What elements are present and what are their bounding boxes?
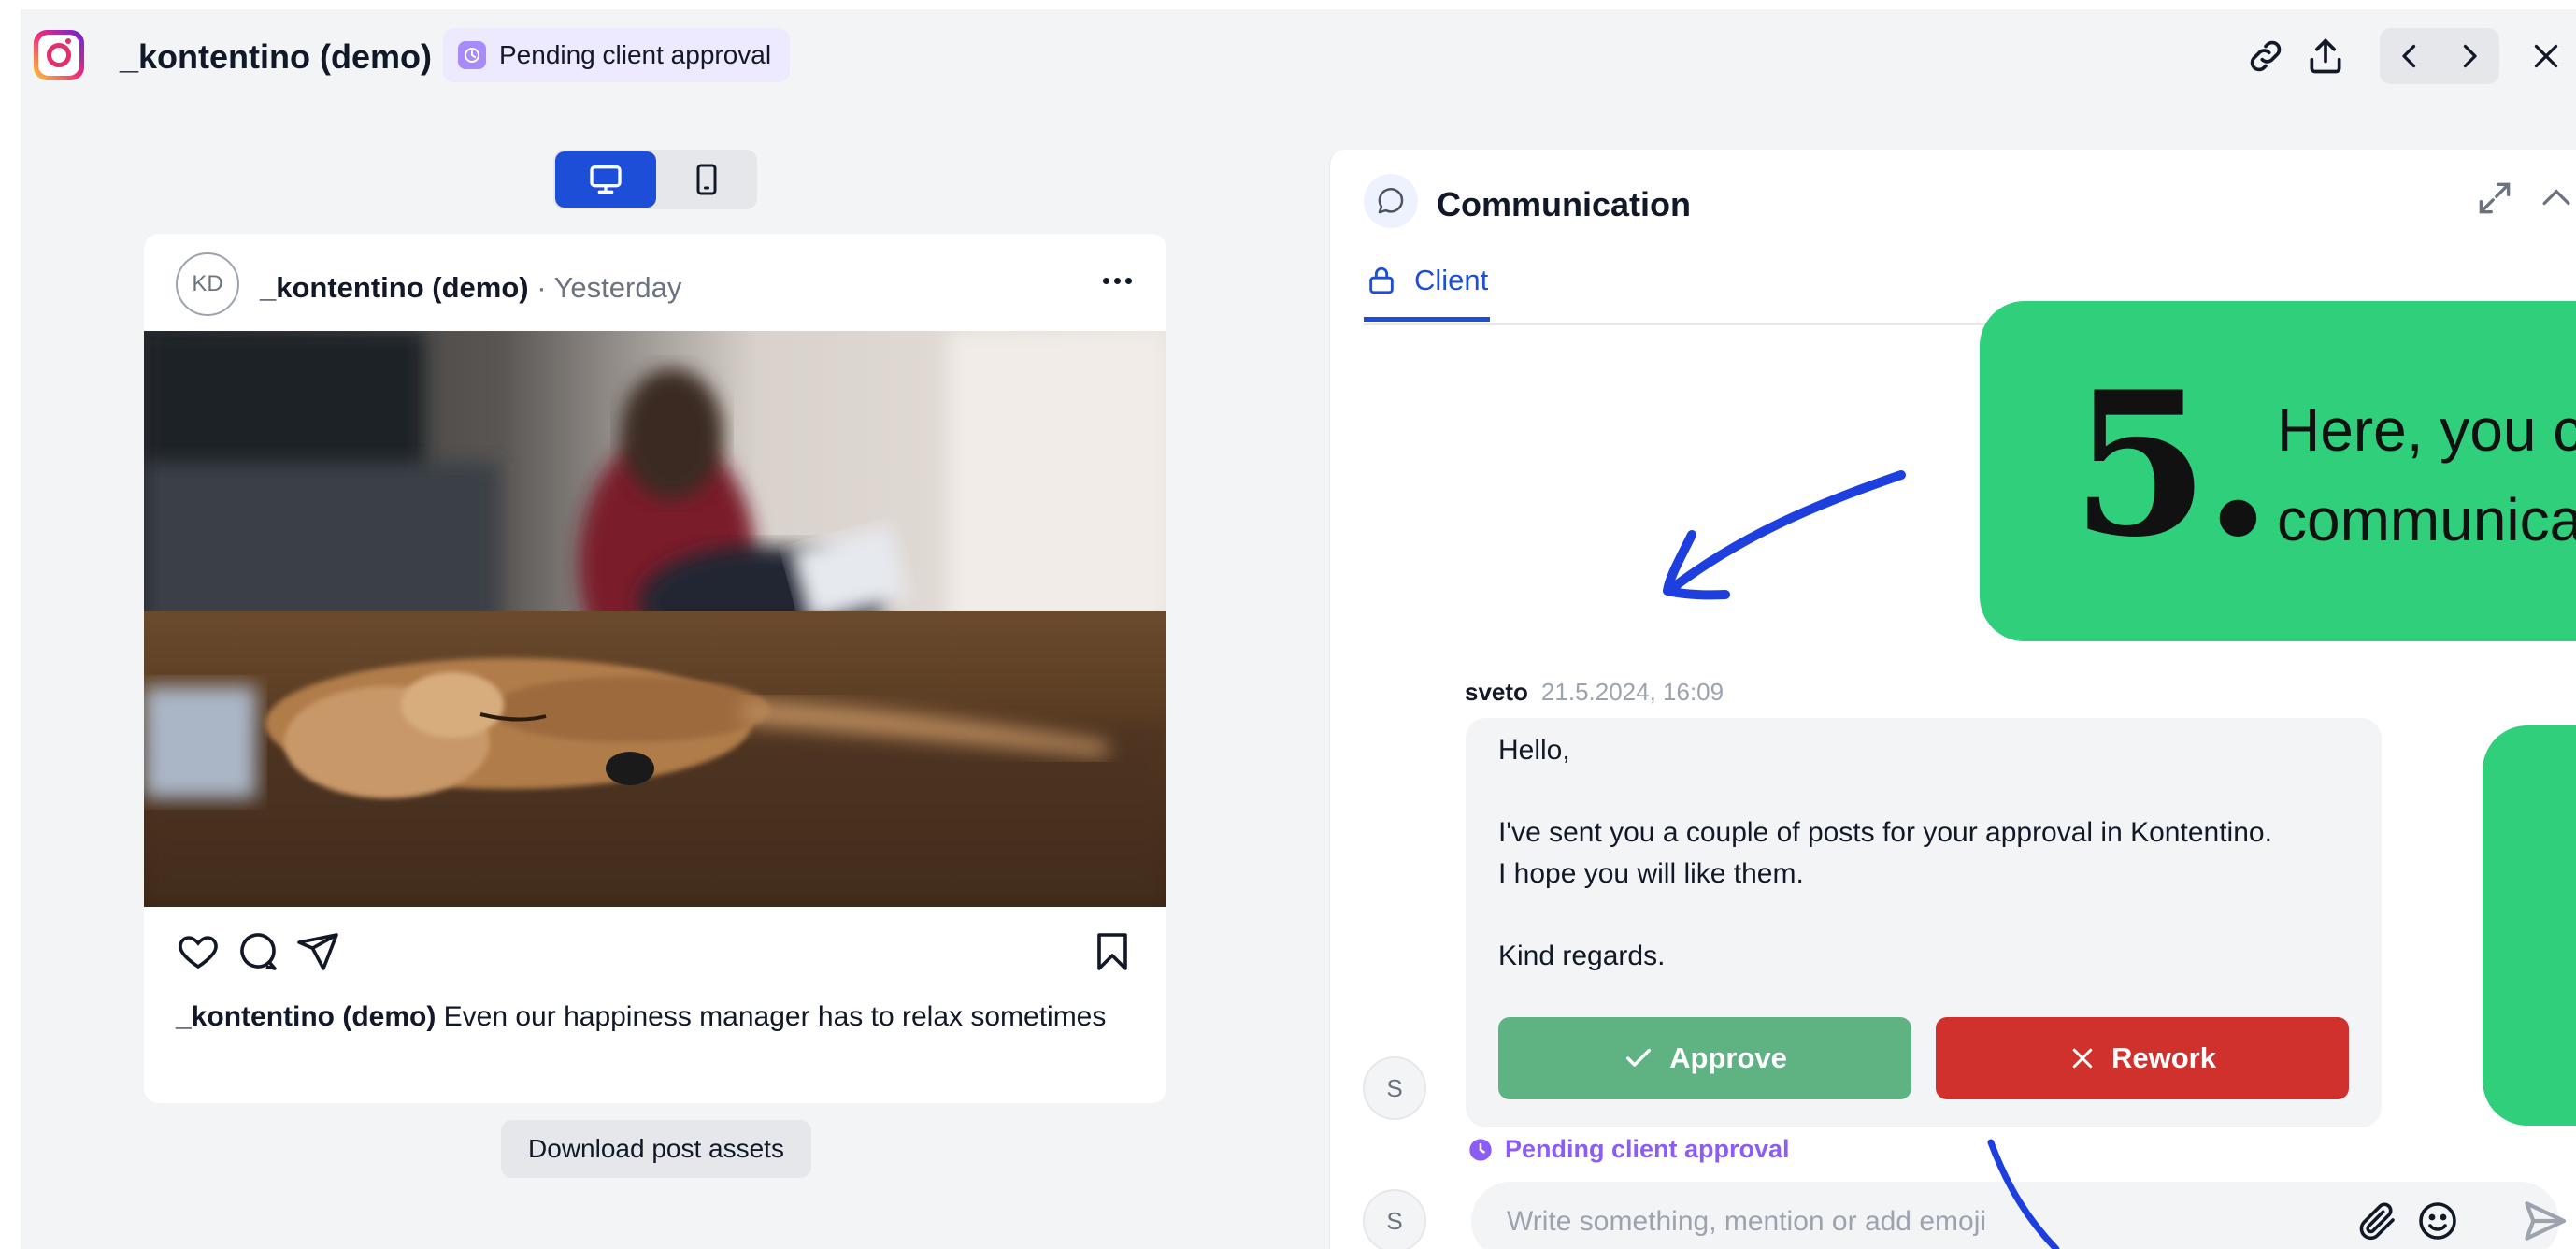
post-actions bbox=[144, 926, 1166, 978]
post-navigation bbox=[2380, 28, 2499, 84]
bookmark-icon[interactable] bbox=[1090, 929, 1135, 974]
desktop-icon bbox=[590, 165, 622, 194]
mobile-view-button[interactable] bbox=[658, 151, 755, 208]
message-composer bbox=[1471, 1182, 2567, 1249]
avatar: KD bbox=[176, 252, 239, 316]
post-author-name: _kontentino (demo) bbox=[260, 271, 529, 304]
approve-label: Approve bbox=[1669, 1041, 1787, 1074]
comment-icon[interactable] bbox=[236, 929, 280, 974]
send-icon[interactable] bbox=[295, 929, 340, 974]
heart-icon[interactable] bbox=[176, 929, 221, 974]
avatar: S bbox=[1363, 1189, 1426, 1249]
top-actions bbox=[2236, 28, 2576, 84]
app-window: _kontentino (demo) Pending client approv… bbox=[21, 9, 2576, 1249]
communication-actions bbox=[2474, 178, 2576, 219]
instagram-icon bbox=[34, 30, 84, 80]
tour-text-line: Here, you c bbox=[2277, 396, 2576, 464]
post-image bbox=[144, 331, 1166, 907]
message-input[interactable] bbox=[1505, 1199, 2350, 1245]
post-time: · Yesterday bbox=[528, 271, 682, 304]
tab-client[interactable]: Client bbox=[1364, 243, 1491, 322]
message-status-label: Pending client approval bbox=[1505, 1135, 1790, 1163]
message-meta: sveto 21.5.2024, 16:09 bbox=[1465, 678, 1724, 707]
post-caption: _kontentino (demo) Even our happiness ma… bbox=[176, 998, 1110, 1036]
tour-step-number: 5. bbox=[2071, 348, 2272, 581]
tour-step-text: Here, you c communica bbox=[2277, 385, 2576, 565]
chat-bubble-icon bbox=[1364, 174, 1418, 228]
desktop-view-button[interactable] bbox=[555, 151, 656, 208]
rework-button[interactable]: Rework bbox=[1936, 1017, 2349, 1099]
expand-icon[interactable] bbox=[2474, 178, 2515, 219]
avatar: S bbox=[1363, 1056, 1426, 1120]
caption-author: _kontentino (demo) bbox=[176, 1001, 436, 1032]
clock-icon bbox=[1469, 1138, 1492, 1161]
chevron-left-icon[interactable] bbox=[2380, 28, 2440, 84]
post-author: _kontentino (demo) · Yesterday bbox=[260, 271, 681, 305]
tour-step-card-next: 6 bbox=[2483, 725, 2576, 1126]
message-bubble: Hello, I've sent you a couple of posts f… bbox=[1466, 718, 2382, 1127]
more-options-icon[interactable] bbox=[1094, 262, 1140, 299]
check-icon bbox=[1626, 1048, 1652, 1067]
top-bar: _kontentino (demo) Pending client approv… bbox=[21, 9, 2576, 103]
communication-title: Communication bbox=[1437, 185, 1692, 223]
chevron-right-icon[interactable] bbox=[2440, 28, 2499, 84]
tab-client-label: Client bbox=[1414, 263, 1489, 296]
communication-header: Communication bbox=[1330, 150, 2576, 243]
emoji-icon[interactable] bbox=[2415, 1199, 2460, 1243]
chevron-up-icon[interactable] bbox=[2536, 178, 2576, 219]
message-line: I've sent you a couple of posts for your… bbox=[1498, 817, 2272, 848]
close-icon[interactable] bbox=[2516, 28, 2576, 84]
caption-text: Even our happiness manager has to relax … bbox=[436, 1001, 1107, 1032]
account-title: _kontentino (demo) bbox=[120, 37, 432, 76]
paperclip-icon[interactable] bbox=[2355, 1199, 2400, 1243]
message-status: Pending client approval bbox=[1467, 1135, 1790, 1164]
message-line: Kind regards. bbox=[1498, 940, 1666, 971]
message-timestamp: 21.5.2024, 16:09 bbox=[1540, 678, 1724, 706]
preview-device-toggle bbox=[553, 150, 757, 209]
mobile-icon bbox=[696, 164, 717, 195]
send-message-icon[interactable] bbox=[2518, 1195, 2570, 1247]
download-post-assets-button[interactable]: Download post assets bbox=[501, 1120, 811, 1178]
post-preview-card: KD _kontentino (demo) · Yesterday _konte… bbox=[144, 234, 1166, 1103]
tour-text-line: communica bbox=[2277, 486, 2576, 553]
rework-label: Rework bbox=[2111, 1041, 2216, 1074]
status-badge: Pending client approval bbox=[443, 28, 791, 82]
lock-icon bbox=[1369, 266, 1394, 294]
message-line: Hello, bbox=[1498, 735, 1570, 766]
message-author: sveto bbox=[1465, 678, 1528, 706]
link-icon[interactable] bbox=[2236, 28, 2296, 84]
clock-icon bbox=[458, 41, 486, 69]
status-label: Pending client approval bbox=[499, 40, 772, 69]
approve-button[interactable]: Approve bbox=[1498, 1017, 1911, 1099]
post-header: KD _kontentino (demo) · Yesterday bbox=[144, 234, 1166, 331]
message-line: I hope you will like them. bbox=[1498, 858, 1804, 889]
share-icon[interactable] bbox=[2296, 28, 2355, 84]
tour-step-card: 5. Here, you c communica bbox=[1980, 301, 2576, 641]
close-icon bbox=[2072, 1048, 2093, 1069]
